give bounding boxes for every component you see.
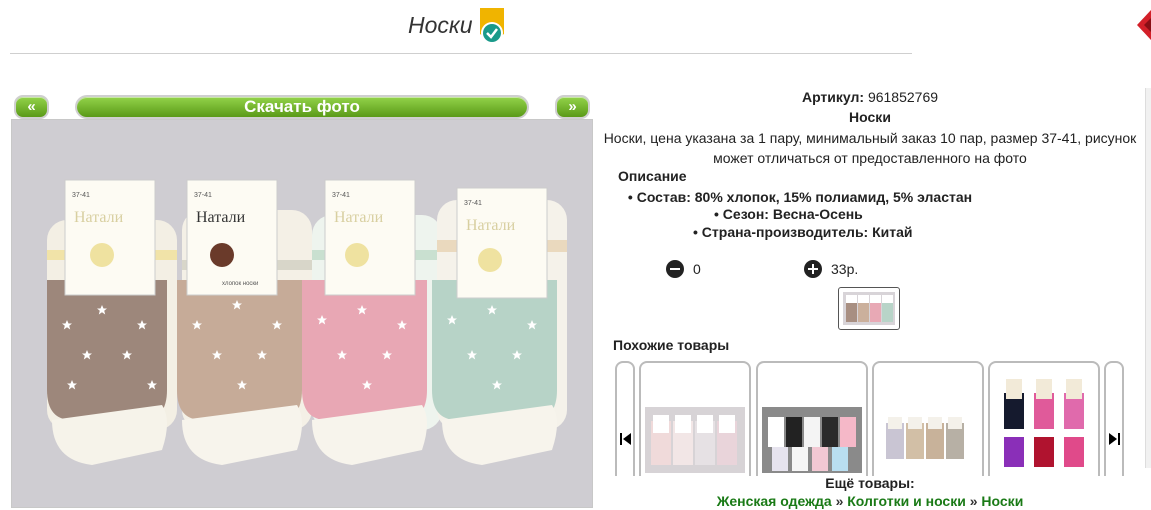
similar-product-card[interactable] — [988, 361, 1100, 476]
breadcrumb-womens-clothing[interactable]: Женская одежда — [717, 493, 832, 509]
breadcrumb-tights-socks[interactable]: Колготки и носки — [847, 493, 966, 509]
title-divider — [10, 53, 912, 54]
breadcrumb-separator: » — [969, 493, 978, 509]
breadcrumb: Женская одежда » Колготки и носки » Носк… — [600, 493, 1140, 509]
prev-photo-button[interactable]: « — [14, 95, 49, 119]
spec-season: Сезон: Весна-Осень — [622, 206, 1132, 222]
svg-text:Натали: Натали — [196, 209, 246, 226]
quantity-value: 0 — [693, 261, 701, 277]
verified-badge-icon — [478, 8, 506, 46]
svg-text:37-41: 37-41 — [72, 192, 90, 199]
svg-text:37-41: 37-41 — [464, 200, 482, 207]
page-title: Носки — [408, 12, 473, 38]
next-product-arrow-icon[interactable] — [1134, 8, 1151, 42]
label-card-3: 37-41 Натали — [324, 179, 416, 296]
svg-text:Натали: Натали — [74, 209, 124, 226]
spec-country-text: Страна-производитель: Китай — [693, 224, 913, 240]
label-card-2: 37-41 Натали хлопок носки — [186, 179, 278, 296]
spec-season-text: Сезон: Весна-Осень — [714, 206, 863, 222]
quantity-minus-icon[interactable] — [666, 260, 684, 278]
breadcrumb-socks[interactable]: Носки — [981, 493, 1023, 509]
article-label: Артикул: — [801, 89, 865, 105]
carousel-prev-button[interactable] — [615, 361, 635, 476]
svg-text:хлопок носки: хлопок носки — [222, 281, 258, 287]
download-photo-button[interactable]: Скачать фото — [75, 95, 529, 119]
label-card-1: 37-41 Натали — [64, 179, 156, 296]
similar-product-card[interactable] — [872, 361, 984, 476]
next-photo-button[interactable]: » — [555, 95, 590, 119]
similar-products-heading: Похожие товары — [613, 337, 730, 353]
more-products-heading: Ещё товары: — [825, 475, 915, 491]
scrollbar[interactable] — [1145, 88, 1151, 468]
description-heading: Описание — [618, 168, 687, 184]
similar-product-card[interactable] — [639, 361, 751, 476]
skip-previous-icon — [620, 433, 631, 445]
article-value: 961852769 — [867, 89, 939, 105]
photo-thumbnail[interactable] — [838, 287, 900, 330]
svg-text:37-41: 37-41 — [194, 192, 212, 199]
svg-text:Натали: Натали — [466, 217, 516, 234]
carousel-next-button[interactable] — [1104, 361, 1124, 476]
spec-country: Страна-производитель: Китай — [622, 224, 1132, 240]
svg-text:37-41: 37-41 — [332, 192, 350, 199]
similar-product-image — [762, 407, 862, 473]
svg-text:Натали: Натали — [334, 209, 384, 226]
similar-product-image — [878, 407, 978, 473]
similar-product-card[interactable] — [756, 361, 868, 476]
product-photo[interactable]: 37-41 Натали 37-41 Натали хлопок носки 3… — [11, 119, 593, 508]
label-card-4: 37-41 Натали — [456, 187, 548, 299]
article-line: Артикул: 961852769 — [600, 89, 1140, 105]
breadcrumb-separator: » — [835, 493, 844, 509]
similar-product-image — [994, 371, 1094, 471]
price: 33р. — [831, 261, 859, 277]
skip-next-icon — [1109, 433, 1120, 445]
product-name: Носки — [849, 109, 891, 125]
quantity-plus-icon[interactable] — [804, 260, 822, 278]
product-description: Носки, цена указана за 1 пару, минимальн… — [603, 130, 1137, 166]
spec-composition: Состав: 80% хлопок, 15% полиамид, 5% эла… — [622, 189, 978, 205]
similar-product-image — [645, 407, 745, 473]
